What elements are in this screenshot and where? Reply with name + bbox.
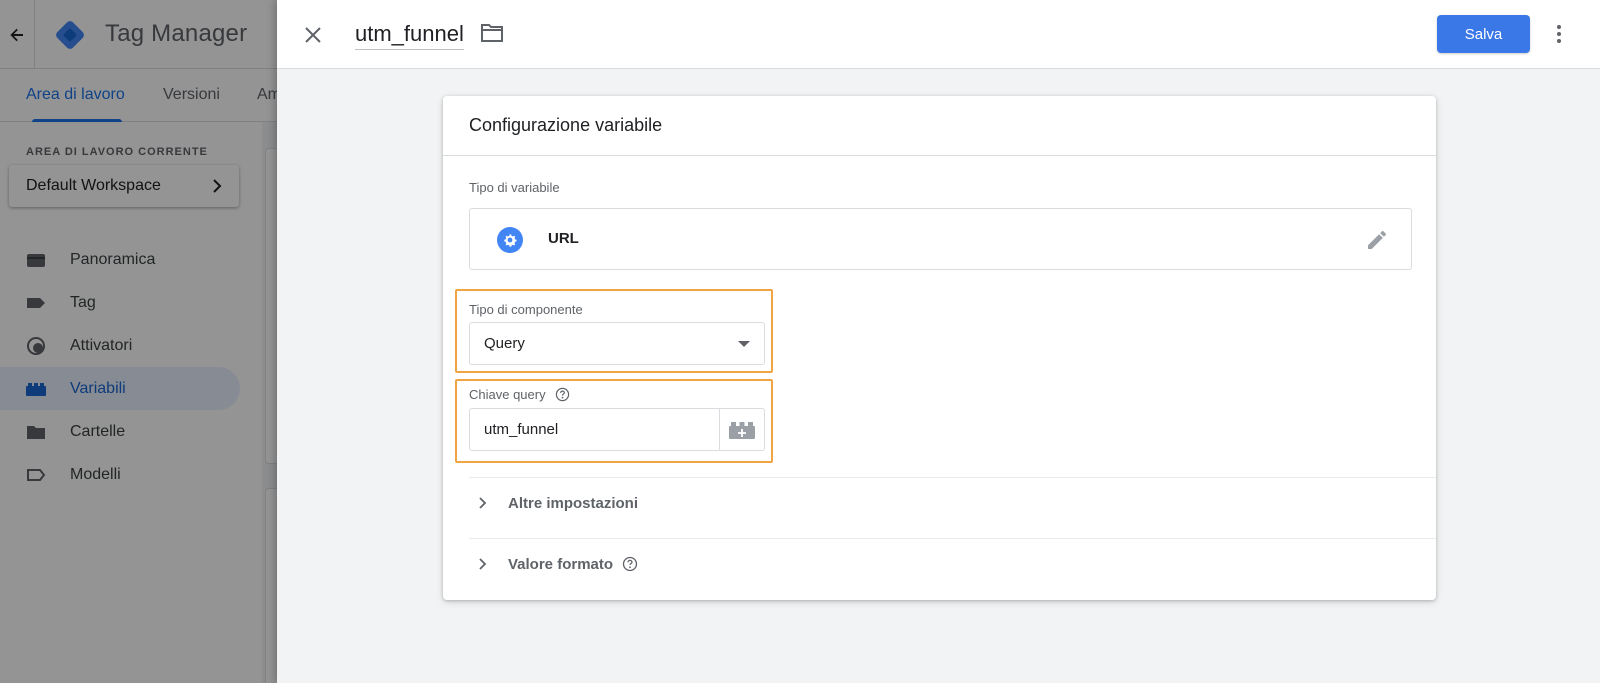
variable-configuration-card: Configurazione variabile Tipo di variabi… (443, 96, 1436, 600)
card-title: Configurazione variabile (469, 115, 663, 135)
editor-header: utm_funnel Salva (277, 0, 1600, 69)
more-settings-label: Altre impostazioni (508, 494, 639, 512)
chevron-right-icon (479, 497, 487, 509)
query-key-label: Chiave query (469, 387, 570, 402)
save-button[interactable]: Salva (1437, 15, 1530, 53)
query-key-input[interactable]: utm_funnel (469, 408, 720, 451)
help-icon[interactable] (622, 556, 638, 572)
pencil-icon[interactable] (1365, 228, 1389, 252)
more-vert-icon[interactable] (1547, 18, 1571, 50)
help-icon[interactable] (555, 387, 570, 402)
component-type-label: Tipo di componente (469, 302, 583, 317)
variable-picker-button[interactable] (719, 408, 765, 451)
variable-type-value: URL (548, 230, 579, 247)
format-value-label: Valore formato (508, 555, 614, 573)
query-key-label-text: Chiave query (469, 387, 546, 402)
gear-icon (497, 227, 523, 253)
variable-type-selector[interactable]: URL (469, 208, 1412, 270)
variable-type-label: Tipo di variabile (469, 180, 560, 195)
close-icon[interactable] (297, 19, 329, 51)
component-type-select[interactable]: Query (469, 322, 765, 365)
divider (443, 155, 1436, 156)
add-variable-icon (729, 421, 755, 439)
folder-icon[interactable] (480, 22, 508, 48)
chevron-right-icon (479, 558, 487, 570)
format-value-expander[interactable]: Valore formato (469, 539, 1409, 589)
dropdown-arrow-icon (738, 340, 750, 347)
more-settings-expander[interactable]: Altre impostazioni (469, 478, 1409, 528)
variable-name-input[interactable]: utm_funnel (355, 21, 464, 50)
component-type-value: Query (484, 335, 525, 352)
variable-editor-sheet: utm_funnel Salva Configurazione variabil… (277, 0, 1600, 683)
